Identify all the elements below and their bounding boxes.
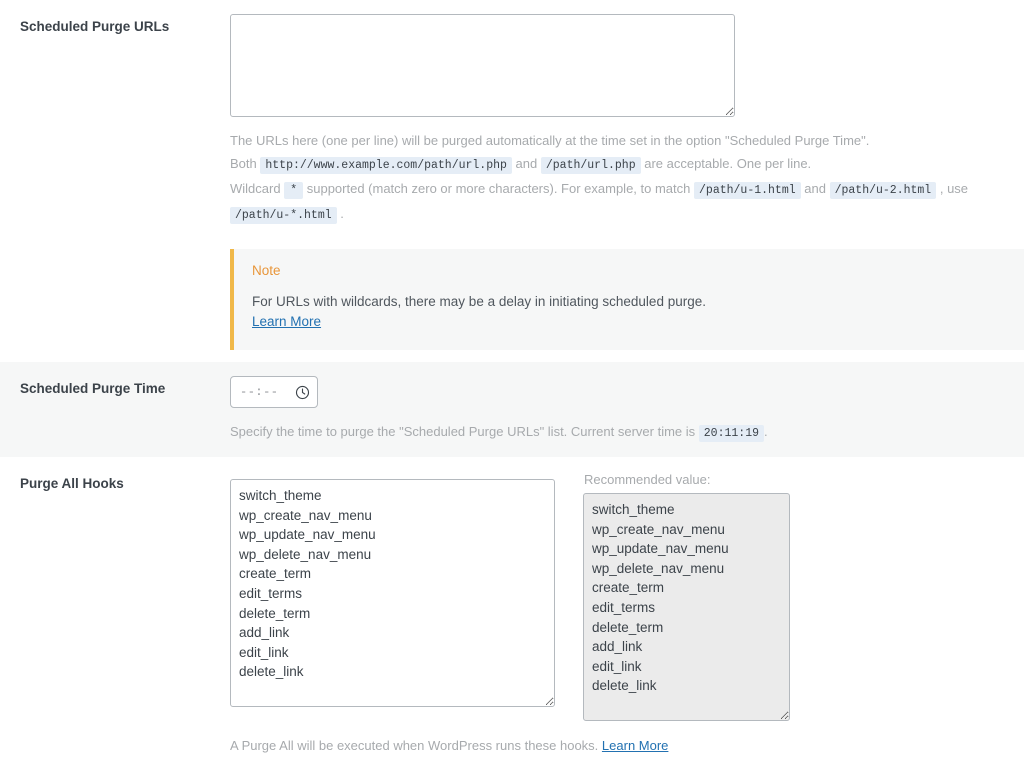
note-box: Note For URLs with wildcards, there may … bbox=[230, 249, 1024, 350]
code-example-relative-url: /path/url.php bbox=[540, 157, 641, 174]
scheduled-purge-time-description: Specify the time to purge the "Scheduled… bbox=[230, 420, 1010, 445]
code-current-server-time: 20:11:19 bbox=[698, 425, 764, 442]
note-body-text: For URLs with wildcards, there may be a … bbox=[252, 294, 706, 309]
desc-line-2: Both http://www.example.com/path/url.php… bbox=[230, 152, 1010, 177]
purge-all-hooks-description: A Purge All will be executed when WordPr… bbox=[230, 734, 1010, 757]
purge-all-hooks-textarea[interactable]: switch_theme wp_create_nav_menu wp_updat… bbox=[230, 479, 555, 707]
note-learn-more-link[interactable]: Learn More bbox=[252, 314, 321, 329]
row-scheduled-purge-time: Scheduled Purge Time --:-- Specify the t… bbox=[0, 362, 1024, 457]
field-scheduled-purge-time: --:-- Specify the time to purge the "Sch… bbox=[230, 362, 1024, 457]
scheduled-purge-urls-description: The URLs here (one per line) will be pur… bbox=[230, 129, 1010, 227]
row-scheduled-purge-urls: Scheduled Purge URLs The URLs here (one … bbox=[0, 0, 1024, 362]
code-wildcard-star: * bbox=[284, 182, 304, 199]
desc-text: Both bbox=[230, 156, 257, 171]
desc-line-1: The URLs here (one per line) will be pur… bbox=[230, 129, 1010, 152]
desc-text: The URLs here (one per line) will be pur… bbox=[230, 133, 870, 148]
label-purge-all-hooks: Purge All Hooks bbox=[20, 476, 124, 491]
desc-text: Specify the time to purge the "Scheduled… bbox=[230, 424, 696, 439]
desc-text: . bbox=[340, 206, 344, 221]
desc-line-1: A Purge All will be executed when WordPr… bbox=[230, 734, 1010, 757]
recommended-value-textarea[interactable]: switch_theme wp_create_nav_menu wp_updat… bbox=[583, 493, 790, 721]
desc-line-1: Specify the time to purge the "Scheduled… bbox=[230, 420, 1010, 445]
row-purge-all-hooks: Purge All Hooks switch_theme wp_create_n… bbox=[0, 457, 1024, 769]
label-scheduled-purge-time: Scheduled Purge Time bbox=[20, 381, 166, 396]
scheduled-purge-urls-textarea[interactable] bbox=[230, 14, 735, 117]
recommended-value-label: Recommended value: bbox=[584, 472, 711, 487]
code-example-wildcard: /path/u-*.html bbox=[230, 207, 337, 224]
field-purge-all-hooks: switch_theme wp_create_nav_menu wp_updat… bbox=[230, 457, 1024, 769]
code-example-u2: /path/u-2.html bbox=[829, 182, 937, 199]
clock-icon[interactable] bbox=[295, 385, 310, 400]
desc-text: . bbox=[764, 424, 768, 439]
desc-text: supported (match zero or more characters… bbox=[306, 181, 691, 196]
purge-hooks-columns: switch_theme wp_create_nav_menu wp_updat… bbox=[230, 471, 1024, 721]
scheduled-purge-time-input[interactable]: --:-- bbox=[230, 376, 318, 408]
desc-text: are acceptable. One per line. bbox=[644, 156, 812, 171]
purge-hooks-editor-column: switch_theme wp_create_nav_menu wp_updat… bbox=[230, 471, 555, 707]
desc-line-3: Wildcard * supported (match zero or more… bbox=[230, 177, 1010, 227]
code-example-full-url: http://www.example.com/path/url.php bbox=[260, 157, 512, 174]
desc-text: , use bbox=[939, 181, 969, 196]
desc-text: and bbox=[804, 181, 826, 196]
note-title: Note bbox=[252, 263, 281, 278]
time-value: --:-- bbox=[240, 385, 279, 399]
recommended-value-column: Recommended value: switch_theme wp_creat… bbox=[583, 471, 790, 721]
note-body: For URLs with wildcards, there may be a … bbox=[252, 292, 1006, 332]
code-example-u1: /path/u-1.html bbox=[694, 182, 801, 199]
desc-text: Wildcard bbox=[230, 181, 281, 196]
desc-text: A Purge All will be executed when WordPr… bbox=[230, 738, 599, 753]
desc-text: and bbox=[515, 156, 538, 171]
hooks-learn-more-link[interactable]: Learn More bbox=[602, 738, 668, 753]
label-scheduled-purge-urls: Scheduled Purge URLs bbox=[20, 19, 170, 34]
field-scheduled-purge-urls: The URLs here (one per line) will be pur… bbox=[230, 0, 1024, 362]
settings-page: Scheduled Purge URLs The URLs here (one … bbox=[0, 0, 1024, 772]
